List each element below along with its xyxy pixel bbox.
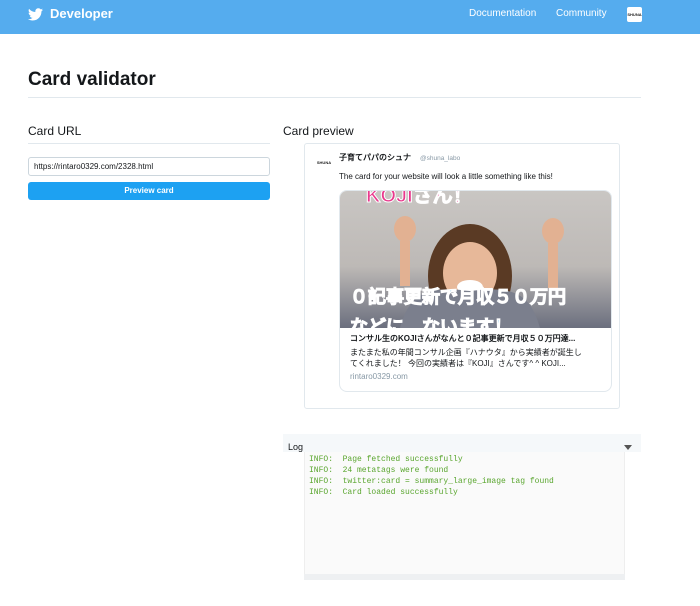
twitter-bird-icon [28, 7, 43, 20]
tweet-preview: SHUNA 子育てパパのシュナ @shuna_labo The card for… [304, 143, 620, 409]
tweet-author-handle: @shuna_labo [420, 155, 461, 162]
card-preview-heading: Card preview [283, 124, 354, 138]
image-caption-main: ０記事更新で月収５０万円 [350, 287, 567, 308]
card-description-line-1: またまた私の年間コンサル企画『ハナウタ』から実績者が誕生し [350, 348, 582, 357]
preview-card-button[interactable]: Preview card [28, 182, 270, 200]
log-panel: INFO: Page fetched successfully INFO: 24… [304, 452, 625, 580]
log-header[interactable] [283, 434, 641, 452]
image-caption-bottom: などに…ないます！ [350, 317, 513, 329]
tweet-text: The card for your website will look a li… [339, 172, 553, 181]
log-line: INFO: Page fetched successfully [309, 455, 463, 464]
card-url-divider [28, 143, 270, 144]
summary-card[interactable]: KOJIさん！ ０記事更新で月収５０万円 などに…ないます！ コンサル生のKOJ… [339, 190, 612, 392]
card-image: KOJIさん！ ０記事更新で月収５０万円 などに…ないます！ [340, 191, 611, 329]
title-divider [28, 97, 641, 98]
nav-documentation[interactable]: Documentation [469, 8, 536, 20]
log-label: Log [288, 442, 304, 452]
tweet-author-name: 子育てパパのシュナ [339, 153, 411, 162]
page-title: Card validator [28, 69, 156, 90]
card-description-line-2: てくれました！ 今回の実績者は『KOJI』さんです^ ^ KOJI... [350, 359, 566, 368]
image-caption-top: KOJIさん！ [366, 191, 474, 208]
brand-text: Developer [50, 6, 113, 21]
top-navbar: Developer Documentation Community SHUNA [0, 0, 700, 34]
card-title: コンサル生のKOJIさんがなんと０記事更新で月収５０万円達... [350, 334, 576, 343]
log-line: INFO: 24 metatags were found [309, 466, 449, 475]
nav-community[interactable]: Community [556, 8, 607, 20]
card-description: またまた私の年間コンサル企画『ハナウタ』から実績者が誕生し てくれました！ 今回… [350, 347, 605, 369]
user-avatar[interactable]: SHUNA [627, 7, 642, 22]
brand-link[interactable]: Developer [28, 6, 113, 22]
log-line: INFO: twitter:card = summary_large_image… [309, 477, 554, 486]
card-url-heading: Card URL [28, 124, 82, 138]
card-domain: rintaro0329.com [350, 372, 408, 381]
log-scrollbar[interactable] [304, 574, 625, 580]
tweet-avatar: SHUNA [316, 159, 332, 165]
child-photo-image [394, 216, 564, 328]
card-url-input[interactable] [28, 157, 270, 176]
chevron-down-icon[interactable] [624, 445, 632, 450]
log-line: INFO: Card loaded successfully [309, 488, 458, 497]
